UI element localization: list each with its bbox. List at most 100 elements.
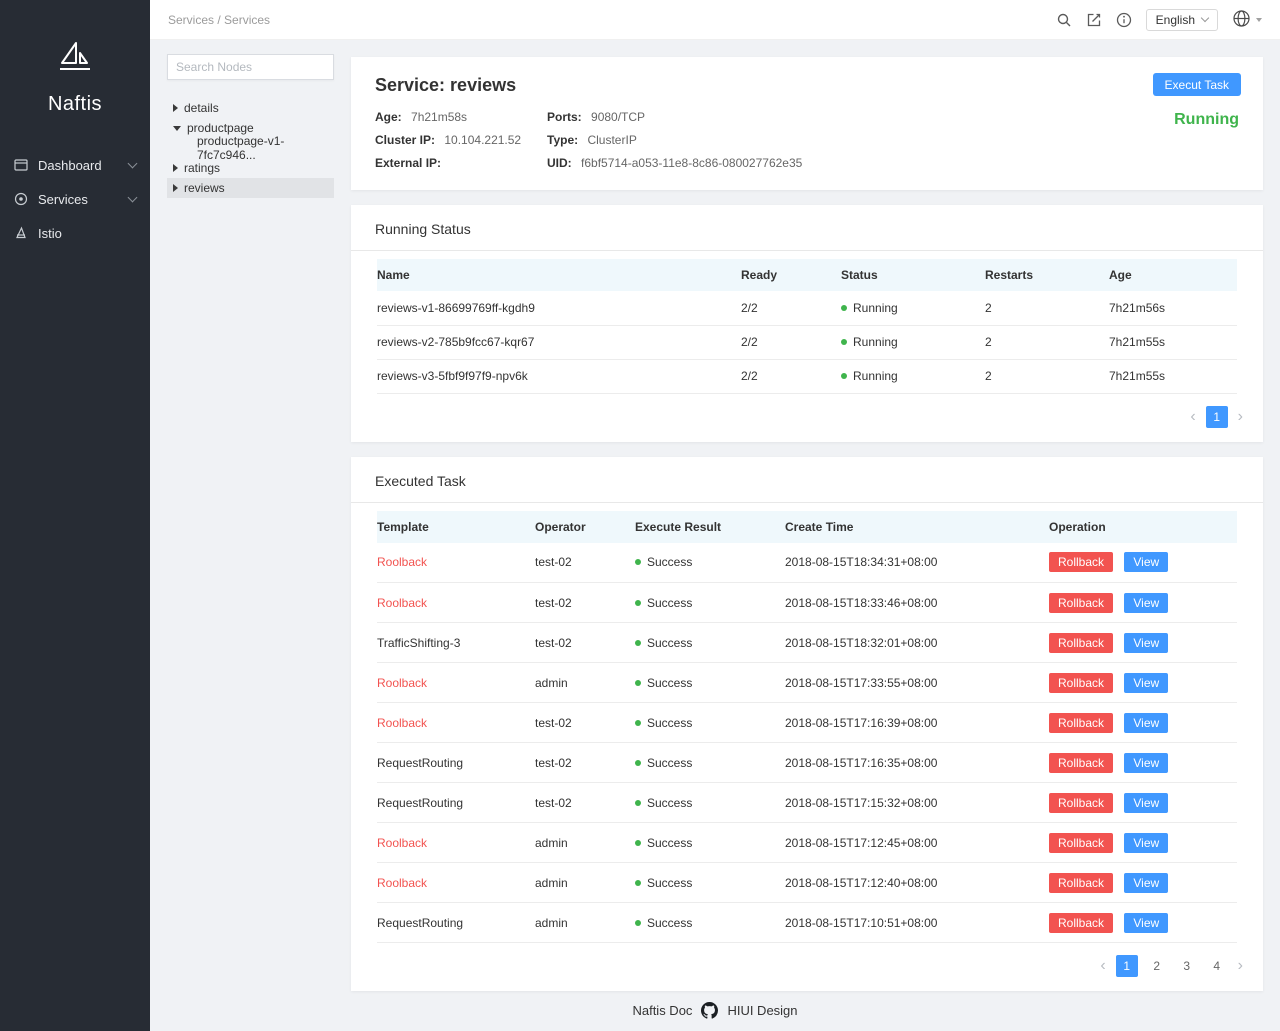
column-header: Operator bbox=[535, 510, 635, 543]
collapse-arrow-icon[interactable] bbox=[173, 125, 181, 131]
prev-page-icon[interactable]: ‹ bbox=[1188, 406, 1197, 428]
language-select[interactable]: English bbox=[1145, 8, 1218, 31]
pod-row: reviews-v3-5fbf9f97f9-npv6k 2/2 Running … bbox=[377, 359, 1237, 394]
view-button[interactable]: View bbox=[1124, 752, 1169, 773]
sidebar-item-dashboard[interactable]: Dashboard bbox=[0, 148, 150, 182]
template-cell: Roolback bbox=[377, 542, 535, 583]
page-button[interactable]: 3 bbox=[1176, 955, 1198, 977]
rollback-button[interactable]: Rollback bbox=[1049, 672, 1114, 693]
pod-row: reviews-v2-785b9fcc67-kqr67 2/2 Running … bbox=[377, 325, 1237, 360]
view-button[interactable]: View bbox=[1124, 832, 1169, 853]
service-field: Cluster IP: 10.104.221.52 bbox=[375, 133, 547, 147]
services-icon bbox=[14, 192, 30, 206]
view-button[interactable]: View bbox=[1124, 872, 1169, 893]
page-button[interactable]: 1 bbox=[1205, 405, 1228, 428]
template-link[interactable]: RequestRouting bbox=[377, 916, 463, 930]
result-cell: Success bbox=[635, 582, 785, 623]
field-value: 9080/TCP bbox=[591, 110, 646, 124]
result-cell: Success bbox=[635, 702, 785, 743]
result-text: Success bbox=[647, 595, 693, 610]
sidebar-item-services[interactable]: Services bbox=[0, 182, 150, 216]
page-button[interactable]: 4 bbox=[1206, 955, 1228, 977]
next-page-icon[interactable]: › bbox=[1236, 955, 1245, 977]
template-link[interactable]: Roolback bbox=[377, 676, 427, 690]
rollback-button[interactable]: Rollback bbox=[1049, 592, 1114, 613]
expand-arrow-icon[interactable] bbox=[173, 164, 178, 172]
sidebar-item-istio[interactable]: Istio bbox=[0, 216, 150, 250]
service-field: Age: 7h21m58s bbox=[375, 110, 547, 124]
template-link[interactable]: TrafficShifting-3 bbox=[377, 636, 460, 650]
expand-arrow-icon[interactable] bbox=[173, 104, 178, 112]
tree-node-reviews[interactable]: reviews bbox=[167, 178, 334, 198]
template-cell: Roolback bbox=[377, 822, 535, 863]
view-button[interactable]: View bbox=[1124, 672, 1169, 693]
hiui-design-link[interactable]: HIUI Design bbox=[727, 1003, 797, 1018]
node-tree-panel: details productpage productpage-v1-7fc7c… bbox=[150, 40, 351, 1031]
template-link[interactable]: RequestRouting bbox=[377, 756, 463, 770]
github-icon[interactable] bbox=[701, 1002, 719, 1019]
topbar-actions: English bbox=[1056, 8, 1262, 31]
tree-node-label: productpage-v1-7fc7c946... bbox=[197, 134, 285, 162]
field-value: 7h21m58s bbox=[411, 110, 468, 124]
edit-icon[interactable] bbox=[1086, 12, 1102, 28]
result-cell: Success bbox=[635, 622, 785, 663]
view-button[interactable]: View bbox=[1124, 912, 1169, 933]
template-link[interactable]: RequestRouting bbox=[377, 796, 463, 810]
naftis-doc-link[interactable]: Naftis Doc bbox=[632, 1003, 692, 1018]
template-link[interactable]: Roolback bbox=[377, 836, 427, 850]
rollback-button[interactable]: Rollback bbox=[1049, 872, 1114, 893]
template-link[interactable]: Roolback bbox=[377, 716, 427, 730]
rollback-button[interactable]: Rollback bbox=[1049, 912, 1114, 933]
template-link[interactable]: Roolback bbox=[377, 555, 427, 569]
page-list: 1 bbox=[1205, 405, 1228, 428]
template-link[interactable]: Roolback bbox=[377, 876, 427, 890]
status-text: Running bbox=[853, 335, 898, 349]
view-button[interactable]: View bbox=[1124, 632, 1169, 653]
tree-node-details[interactable]: details bbox=[167, 98, 334, 118]
breadcrumb[interactable]: Services / Services bbox=[168, 13, 270, 27]
operation-cell: Rollback View bbox=[1049, 662, 1237, 703]
status-dot-icon bbox=[841, 304, 847, 311]
field-label: Ports: bbox=[547, 110, 582, 124]
template-link[interactable]: Roolback bbox=[377, 596, 427, 610]
prev-page-icon[interactable]: ‹ bbox=[1098, 955, 1107, 977]
column-header: Template bbox=[377, 510, 535, 543]
view-button[interactable]: View bbox=[1124, 552, 1169, 573]
task-row: Roolback test-02 Success 2018-08-15T18:3… bbox=[377, 542, 1237, 583]
user-menu[interactable] bbox=[1232, 9, 1262, 31]
operation-cell: Rollback View bbox=[1049, 622, 1237, 663]
view-button[interactable]: View bbox=[1124, 592, 1169, 613]
page-button[interactable]: 1 bbox=[1115, 955, 1138, 977]
rollback-button[interactable]: Rollback bbox=[1049, 752, 1114, 773]
status-dot-icon bbox=[635, 879, 641, 886]
next-page-icon[interactable]: › bbox=[1236, 406, 1245, 428]
expand-arrow-icon[interactable] bbox=[173, 184, 178, 192]
column-header: Name bbox=[377, 259, 741, 291]
status-dot-icon bbox=[635, 919, 641, 926]
rollback-button[interactable]: Rollback bbox=[1049, 552, 1114, 573]
tree-node-productpage-v1[interactable]: productpage-v1-7fc7c946... bbox=[167, 134, 334, 162]
exec-task-button[interactable]: Execut Task bbox=[1152, 73, 1241, 96]
rollback-button[interactable]: Rollback bbox=[1049, 832, 1114, 853]
create-time-cell: 2018-08-15T17:12:40+08:00 bbox=[785, 862, 1049, 903]
pagination: ‹ 1234 › bbox=[351, 943, 1263, 991]
operator-cell: admin bbox=[535, 902, 635, 943]
rollback-button[interactable]: Rollback bbox=[1049, 792, 1114, 813]
template-cell: Roolback bbox=[377, 702, 535, 743]
search-nodes-input[interactable] bbox=[167, 54, 334, 80]
rollback-button[interactable]: Rollback bbox=[1049, 712, 1114, 733]
page-button[interactable]: 2 bbox=[1146, 955, 1168, 977]
status-dot-icon bbox=[635, 599, 641, 606]
operation-cell: Rollback View bbox=[1049, 782, 1237, 823]
view-button[interactable]: View bbox=[1124, 712, 1169, 733]
chevron-down-icon bbox=[127, 158, 138, 168]
view-button[interactable]: View bbox=[1124, 792, 1169, 813]
node-tree: details productpage productpage-v1-7fc7c… bbox=[167, 98, 334, 198]
info-icon[interactable] bbox=[1116, 12, 1132, 28]
search-icon[interactable] bbox=[1056, 12, 1072, 28]
service-field: Ports: 9080/TCP bbox=[547, 110, 1239, 124]
result-text: Success bbox=[647, 675, 693, 690]
ready-cell: 2/2 bbox=[741, 291, 841, 326]
status-dot-icon bbox=[841, 339, 847, 345]
rollback-button[interactable]: Rollback bbox=[1049, 632, 1114, 653]
